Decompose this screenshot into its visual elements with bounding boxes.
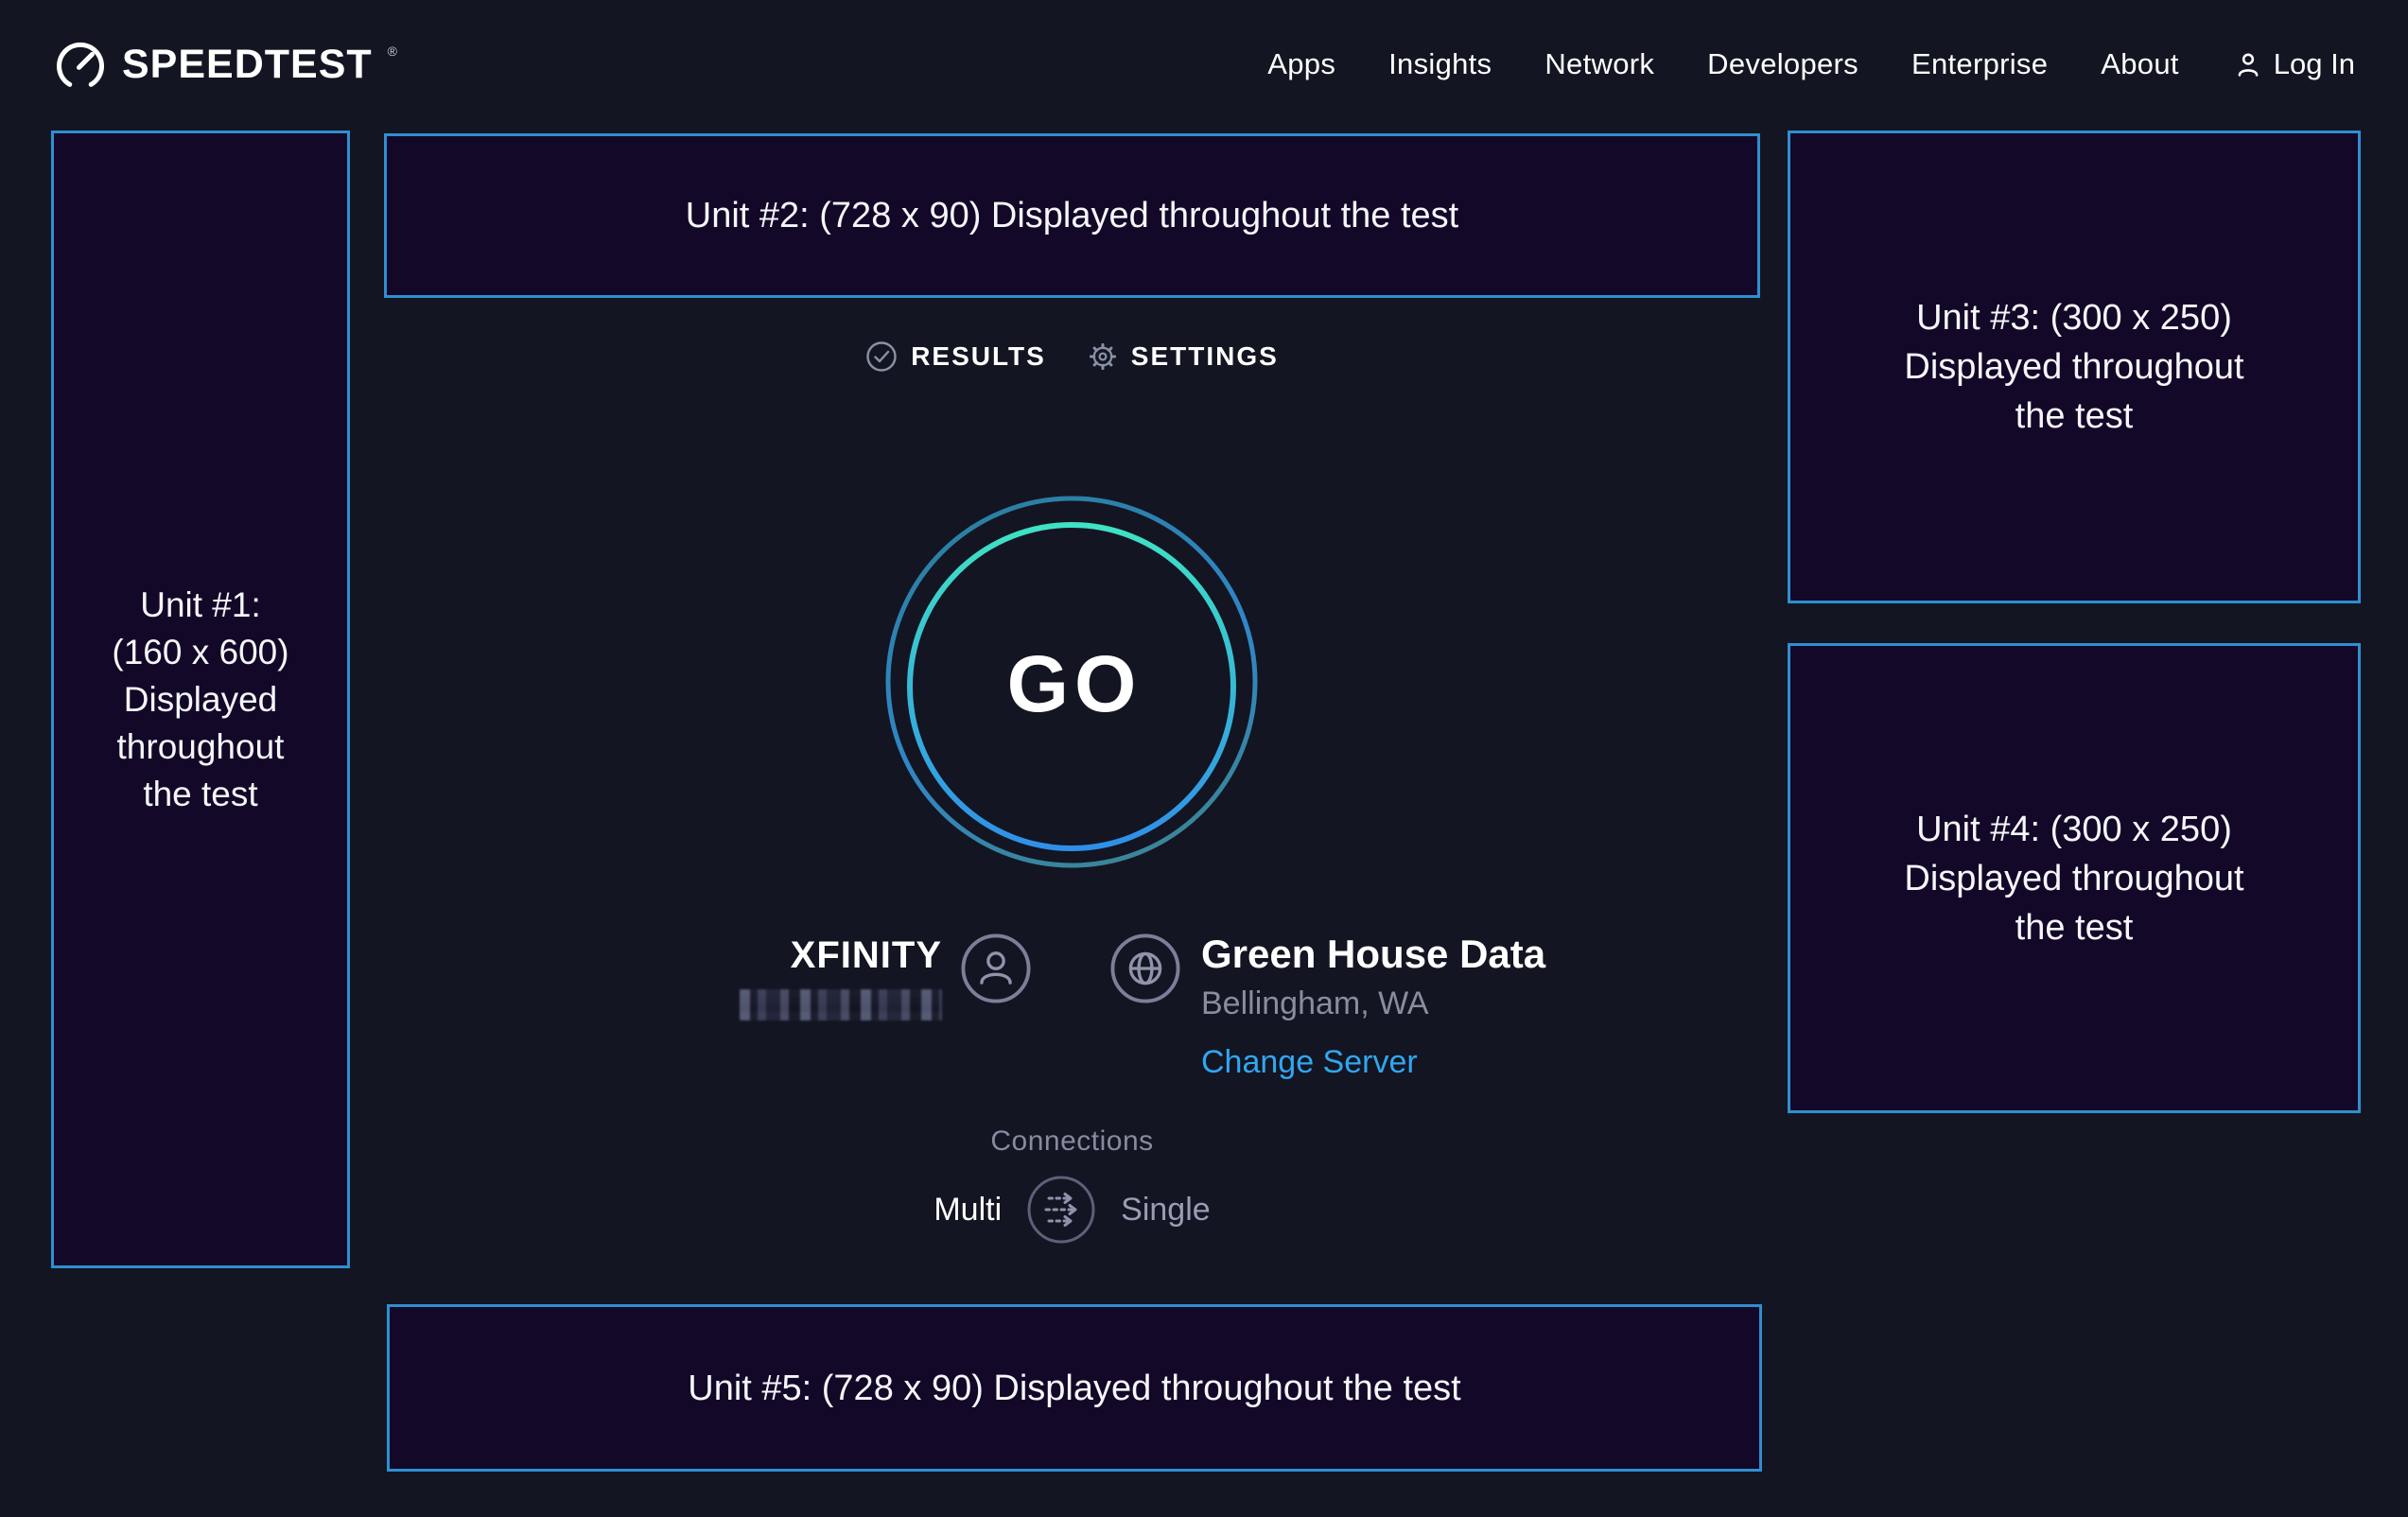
view-tabs: RESULTS: [384, 340, 1760, 373]
go-label: GO: [882, 493, 1261, 875]
ad-unit-3[interactable]: Unit #3: (300 x 250) Displayed throughou…: [1788, 131, 2361, 603]
ad-line: the test: [1904, 392, 2243, 441]
ad-line: the test: [112, 771, 288, 818]
results-label: RESULTS: [911, 341, 1046, 372]
ad-unit-1[interactable]: Unit #1: (160 x 600) Displayed throughou…: [51, 131, 350, 1268]
nav-item-enterprise[interactable]: Enterprise: [1911, 47, 2048, 81]
ad-unit-5-text: Unit #5: (728 x 90) Displayed throughout…: [688, 1364, 1460, 1413]
server-location: Bellingham, WA: [1201, 985, 1545, 1022]
single-option[interactable]: Single: [1121, 1192, 1211, 1229]
speedtest-page: SPEEDTEST ® Apps Insights Network Develo…: [0, 0, 2408, 1517]
gear-icon: [1088, 341, 1118, 372]
isp-user-icon: [959, 932, 1033, 1005]
connection-mode-toggle-icon[interactable]: [1026, 1175, 1096, 1245]
ad-line: (160 x 600): [112, 629, 288, 676]
tab-results[interactable]: RESULTS: [865, 340, 1046, 373]
ad-line: Displayed throughout: [1904, 342, 2243, 392]
tab-settings[interactable]: SETTINGS: [1088, 340, 1279, 373]
change-server-link[interactable]: Change Server: [1201, 1043, 1418, 1081]
speedtest-logo[interactable]: SPEEDTEST ®: [52, 0, 397, 129]
connections-row: Multi Single: [384, 1175, 1760, 1245]
ad-unit-5[interactable]: Unit #5: (728 x 90) Displayed throughout…: [387, 1304, 1762, 1472]
server-info: Green House Data Bellingham, WA Change S…: [1201, 922, 1545, 1081]
server-globe-icon: [1108, 932, 1182, 1005]
nav-item-about[interactable]: About: [2101, 47, 2179, 81]
connections-label: Connections: [384, 1125, 1760, 1158]
ad-unit-3-text: Unit #3: (300 x 250) Displayed throughou…: [1904, 293, 2243, 441]
ad-line: the test: [1904, 903, 2243, 952]
speedtest-gauge-icon: [52, 36, 109, 93]
login-label: Log In: [2274, 47, 2355, 81]
nav-item-developers[interactable]: Developers: [1707, 47, 1858, 81]
nav-item-insights[interactable]: Insights: [1388, 47, 1492, 81]
ad-line: throughout: [112, 724, 288, 771]
ad-line: Unit #4: (300 x 250): [1904, 805, 2243, 854]
ad-unit-2[interactable]: Unit #2: (728 x 90) Displayed throughout…: [384, 133, 1760, 298]
ad-line: Unit #1:: [112, 582, 288, 629]
check-circle-icon: [865, 340, 898, 373]
server-name: Green House Data: [1201, 932, 1545, 977]
user-icon: [2232, 48, 2264, 80]
isp-info: XFINITY: [740, 922, 942, 1020]
ad-line: Unit #2: (728 x 90) Displayed throughout…: [686, 191, 1458, 240]
nav-item-network[interactable]: Network: [1544, 47, 1654, 81]
ad-line: Unit #5: (728 x 90) Displayed throughout…: [688, 1364, 1460, 1413]
login-link[interactable]: Log In: [2232, 47, 2355, 81]
multi-option[interactable]: Multi: [934, 1192, 1002, 1229]
header: SPEEDTEST ® Apps Insights Network Develo…: [0, 0, 2408, 129]
ad-unit-4-text: Unit #4: (300 x 250) Displayed throughou…: [1904, 805, 2243, 952]
nav-item-apps[interactable]: Apps: [1267, 47, 1335, 81]
trademark-symbol: ®: [388, 44, 397, 59]
ad-unit-4[interactable]: Unit #4: (300 x 250) Displayed throughou…: [1788, 643, 2361, 1113]
go-button[interactable]: GO: [882, 493, 1261, 875]
redacted-ip-text: [740, 989, 942, 1020]
isp-name: XFINITY: [740, 933, 942, 977]
ad-unit-1-text: Unit #1: (160 x 600) Displayed throughou…: [112, 582, 288, 818]
connections-section: Connections Multi Single: [384, 1125, 1760, 1245]
settings-label: SETTINGS: [1131, 341, 1279, 372]
ad-line: Displayed throughout: [1904, 854, 2243, 903]
ad-line: Displayed: [112, 676, 288, 724]
brand-name: SPEEDTEST: [122, 42, 373, 88]
main-nav: Apps Insights Network Developers Enterpr…: [1267, 0, 2355, 129]
ad-line: Unit #3: (300 x 250): [1904, 293, 2243, 342]
ad-unit-2-text: Unit #2: (728 x 90) Displayed throughout…: [686, 191, 1458, 240]
